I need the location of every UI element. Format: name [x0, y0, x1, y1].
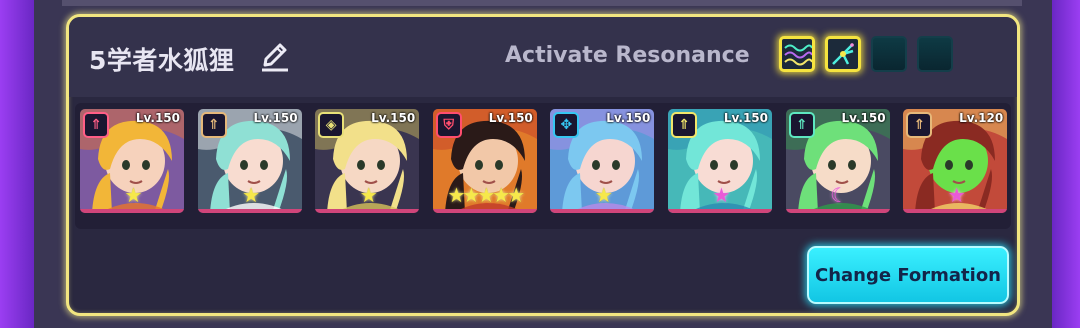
- unit-level: Lv.150: [253, 111, 298, 125]
- defender-shield-icon: ⛨: [435, 112, 462, 138]
- unit-level: Lv.150: [723, 111, 768, 125]
- unit-star-rank: ★: [594, 183, 613, 207]
- unit-card[interactable]: ◈ Lv.150 ★: [315, 109, 420, 213]
- spark-resonance-icon: [832, 43, 854, 65]
- unit-card[interactable]: ⇑ Lv.150 ☾: [785, 109, 890, 213]
- ranger-bow-icon: ✥: [553, 112, 580, 138]
- unit-rarity-bar: [668, 209, 772, 213]
- team-name: 5学者水狐狸: [89, 46, 235, 75]
- unit-level: Lv.150: [606, 111, 651, 125]
- formation-header: 5学者水狐狸 Activate Resonance: [69, 17, 1017, 97]
- unit-rarity-bar: [315, 209, 420, 213]
- resonance-slot-2[interactable]: [825, 36, 861, 72]
- unit-rarity-bar: [80, 209, 184, 213]
- unit-star-rank: ★: [712, 183, 731, 207]
- unit-level: Lv.150: [135, 111, 180, 125]
- unit-star-rank: ★★★★★: [447, 183, 525, 207]
- right-edge-decoration: [1052, 0, 1080, 328]
- support-diamond-icon: ◈: [318, 112, 345, 138]
- unit-rarity-bar: [903, 209, 1008, 213]
- unit-card[interactable]: ⇑ Lv.120 ★: [903, 109, 1008, 213]
- unit-card[interactable]: ⇑ Lv.150 ★: [80, 109, 184, 213]
- unit-card[interactable]: ⇑ Lv.150 ★: [668, 109, 772, 213]
- unit-rarity-bar: [197, 209, 302, 213]
- formation-panel[interactable]: 5学者水狐狸 Activate Resonance ⇑ Lv.150 ★ ⇑ Lv.15…: [66, 14, 1020, 316]
- wave-resonance-icon: [784, 44, 812, 66]
- resonance-slot-4[interactable]: [917, 36, 953, 72]
- unit-card[interactable]: ✥ Lv.150 ★: [550, 109, 655, 213]
- attacker-arrow-icon: ⇑: [200, 112, 227, 138]
- left-edge-decoration: [0, 0, 34, 328]
- unit-roster: ⇑ Lv.150 ★ ⇑ Lv.150 ★ ◈ Lv.150 ★ ⛨ Lv.150 ★★★★★ ✥ Lv.…: [75, 103, 1011, 229]
- unit-rarity-bar: [432, 209, 537, 213]
- unit-star-rank: ★: [242, 183, 260, 207]
- unit-level: Lv.150: [488, 111, 533, 125]
- unit-level: Lv.120: [959, 111, 1004, 125]
- unit-card[interactable]: ⛨ Lv.150 ★★★★★: [432, 109, 537, 213]
- resonance-slot-1[interactable]: [779, 36, 815, 72]
- unit-level: Lv.150: [371, 111, 416, 125]
- unit-star-rank: ★: [359, 183, 378, 207]
- attacker-arrow-icon: ⇑: [671, 112, 697, 138]
- unit-star-rank: ★: [947, 183, 966, 207]
- attacker-arrow-icon: ⇑: [788, 112, 815, 138]
- previous-panel-edge: [62, 0, 1022, 6]
- resonance-slot-3[interactable]: [871, 36, 907, 72]
- unit-card[interactable]: ⇑ Lv.150 ★: [197, 109, 302, 213]
- attacker-arrow-icon: ⇑: [906, 112, 933, 138]
- pencil-edit-icon[interactable]: [260, 37, 290, 73]
- unit-level: Lv.150: [841, 111, 886, 125]
- activate-resonance-label: Activate Resonance: [505, 43, 750, 68]
- change-formation-button[interactable]: Change Formation: [807, 246, 1009, 304]
- attacker-arrow-icon: ⇑: [83, 112, 109, 138]
- unit-star-rank: ☾: [830, 183, 848, 207]
- unit-rarity-bar: [785, 209, 890, 213]
- unit-rarity-bar: [550, 209, 655, 213]
- unit-star-rank: ★: [124, 183, 143, 207]
